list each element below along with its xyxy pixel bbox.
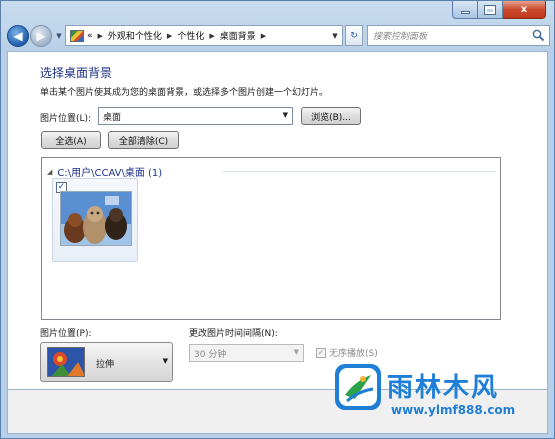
refresh-button[interactable]: ↻	[345, 25, 363, 46]
minimize-button[interactable]	[452, 1, 478, 19]
picture-location-value: 桌面	[103, 112, 122, 123]
clear-all-button[interactable]: 全部清除(C)	[108, 131, 179, 149]
position-preview-icon	[47, 347, 85, 377]
watermark-url: www.ylmf888.com	[391, 403, 516, 417]
chevron-down-icon: ▼	[282, 111, 288, 119]
minimize-icon	[460, 11, 470, 14]
search-icon[interactable]	[532, 29, 545, 42]
control-panel-icon	[70, 29, 84, 42]
chevron-down-icon: ▼	[293, 348, 299, 356]
shuffle-label: 无序播放(S)	[329, 349, 378, 359]
picture-position-value: 拉伸	[96, 360, 115, 370]
checkmark-icon: ✓	[317, 347, 325, 357]
forward-button[interactable]: ▶	[30, 25, 52, 47]
picture-gallery[interactable]: ◢ C:\用户\CCAV\桌面 (1) ✓	[41, 157, 501, 320]
group-header[interactable]: ◢ C:\用户\CCAV\桌面 (1)	[47, 164, 163, 180]
page-title: 选择桌面背景	[40, 66, 113, 80]
breadcrumb-item-appearance[interactable]: 外观和个性化	[108, 29, 162, 42]
picture-location-label: 图片位置(L):	[40, 114, 92, 124]
caption-buttons: x	[452, 1, 546, 19]
search-placeholder: 搜索控制面板	[373, 32, 428, 42]
change-interval-label: 更改图片时间间隔(N):	[189, 329, 278, 339]
picture-tile[interactable]: ✓	[52, 178, 138, 262]
breadcrumb-separator-icon: ▶	[209, 31, 215, 40]
control-panel-window: x ◀ ▶ ▼ « ▶ 外观和个性化 ▶ 个性化 ▶ 桌面背景 ▶ ▼ ↻ 搜索…	[0, 0, 555, 439]
picture-thumbnail	[60, 191, 132, 246]
refresh-icon: ↻	[350, 30, 358, 41]
breadcrumb-overflow[interactable]: «	[87, 31, 93, 41]
maximize-button[interactable]	[478, 1, 503, 19]
page-subtitle: 单击某个图片使其成为您的桌面背景，或选择多个图片创建一个幻灯片。	[40, 88, 329, 98]
watermark-logo-icon	[333, 361, 383, 413]
picture-location-select[interactable]: 桌面 ▼	[98, 107, 293, 125]
navigation-bar: ◀ ▶ ▼ « ▶ 外观和个性化 ▶ 个性化 ▶ 桌面背景 ▶ ▼ ↻ 搜索控制…	[7, 23, 550, 49]
breadcrumb-separator-icon: ▶	[97, 31, 103, 40]
select-all-button[interactable]: 全选(A)	[41, 131, 101, 149]
close-button[interactable]: x	[503, 1, 546, 19]
collapse-triangle-icon[interactable]: ◢	[47, 168, 52, 176]
shuffle-option[interactable]: ✓ 无序播放(S)	[316, 346, 378, 359]
search-input[interactable]: 搜索控制面板	[367, 25, 550, 46]
breadcrumb-item-desktop-background[interactable]: 桌面背景	[220, 29, 256, 42]
close-icon: x	[520, 4, 528, 15]
browse-button[interactable]: 浏览(B)...	[301, 107, 361, 125]
forward-arrow-icon: ▶	[36, 29, 46, 43]
address-bar[interactable]: « ▶ 外观和个性化 ▶ 个性化 ▶ 桌面背景 ▶ ▼	[65, 25, 343, 46]
watermark-brand: 雨林木风	[387, 373, 500, 403]
breadcrumb-separator-icon: ▶	[260, 31, 267, 40]
chevron-down-icon: ▼	[162, 357, 168, 365]
back-button[interactable]: ◀	[7, 25, 29, 47]
change-interval-select[interactable]: 30 分钟 ▼	[189, 344, 304, 362]
breadcrumb-separator-icon: ▶	[166, 31, 173, 40]
picture-position-select[interactable]: 拉伸 ▼	[40, 342, 173, 382]
main-content: 选择桌面背景 单击某个图片使其成为您的桌面背景，或选择多个图片创建一个幻灯片。 …	[7, 51, 548, 390]
group-divider	[222, 171, 496, 172]
picture-position-label: 图片位置(P):	[40, 329, 92, 339]
group-title: C:\用户\CCAV\桌面 (1)	[57, 168, 163, 179]
shuffle-checkbox[interactable]: ✓	[316, 347, 326, 358]
recent-pages-dropdown[interactable]: ▼	[54, 32, 64, 40]
breadcrumb-item-personalization[interactable]: 个性化	[177, 29, 204, 42]
address-dropdown-icon[interactable]: ▼	[328, 26, 342, 45]
maximize-icon	[484, 4, 496, 15]
change-interval-value: 30 分钟	[194, 349, 227, 360]
breadcrumb: « ▶ 外观和个性化 ▶ 个性化 ▶ 桌面背景 ▶	[87, 29, 271, 43]
back-arrow-icon: ◀	[13, 29, 23, 43]
